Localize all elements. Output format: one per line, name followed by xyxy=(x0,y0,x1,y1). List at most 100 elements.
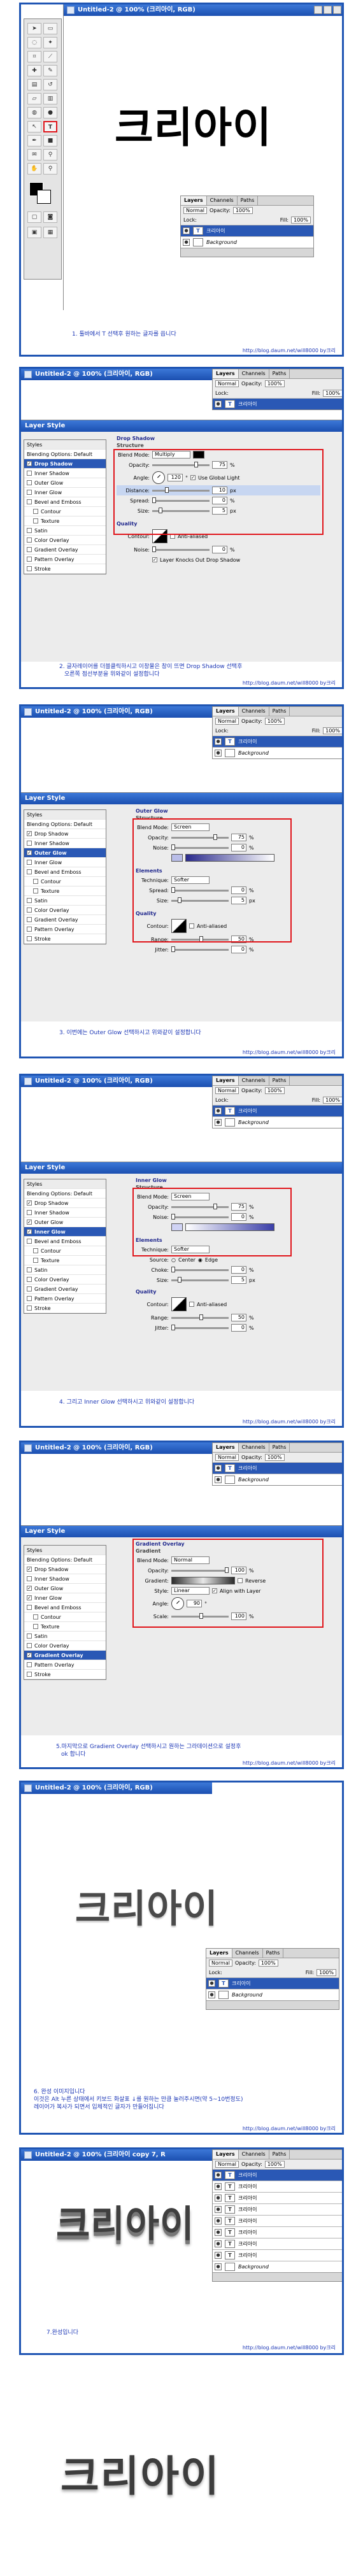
style-color-overlay[interactable]: Color Overlay xyxy=(24,906,106,915)
checkbox-icon[interactable] xyxy=(27,528,32,533)
style-pattern-overlay[interactable]: Pattern Overlay xyxy=(24,1294,106,1304)
channels-tab[interactable]: Channels xyxy=(239,2150,269,2159)
minimize-button[interactable] xyxy=(314,6,322,14)
gradient-tool-icon[interactable]: ▥ xyxy=(43,93,57,104)
eye-icon[interactable]: ● xyxy=(215,2217,222,2224)
heal-tool-icon[interactable]: ✚ xyxy=(27,65,41,76)
checkbox-icon[interactable]: ✓ xyxy=(27,1220,32,1225)
notes-tool-icon[interactable]: ✉ xyxy=(27,149,41,160)
marquee-tool-icon[interactable]: ▭ xyxy=(43,23,57,34)
checkbox-icon[interactable] xyxy=(27,1643,32,1648)
style-pattern-overlay[interactable]: Pattern Overlay xyxy=(24,555,106,564)
eye-icon[interactable]: ● xyxy=(215,1107,222,1114)
eye-icon[interactable]: ● xyxy=(215,1119,222,1126)
style-inner-shadow[interactable]: Inner Shadow xyxy=(24,1208,106,1218)
style-outer-glow[interactable]: ✓ Outer Glow xyxy=(24,848,106,858)
checkbox-icon[interactable] xyxy=(27,898,32,903)
blend-mode-select[interactable]: Normal xyxy=(215,718,239,725)
opacity-input[interactable]: 100% xyxy=(264,2161,285,2168)
paths-tab[interactable]: Paths xyxy=(263,1949,284,1958)
dodge-tool-icon[interactable]: ● xyxy=(43,107,57,118)
background-color-swatch[interactable] xyxy=(37,190,51,204)
opacity-input[interactable]: 100% xyxy=(264,380,285,387)
checkbox-icon[interactable] xyxy=(27,1296,32,1301)
checkbox-icon[interactable] xyxy=(27,927,32,932)
styles-header[interactable]: Styles xyxy=(24,810,106,820)
blend-mode-select[interactable]: Normal xyxy=(215,380,239,387)
style-texture[interactable]: Texture xyxy=(24,886,106,896)
channels-tab[interactable]: Channels xyxy=(239,369,269,378)
magic-wand-icon[interactable]: ✦ xyxy=(43,37,57,48)
background-layer-row[interactable]: ● Background xyxy=(213,1116,342,1128)
text-layer-row[interactable]: ● T 크리아이 xyxy=(213,2238,342,2249)
style-inner-shadow[interactable]: Inner Shadow xyxy=(24,469,106,478)
blend-mode-select[interactable]: Normal xyxy=(183,207,207,214)
style-gradient-overlay[interactable]: Gradient Overlay xyxy=(24,545,106,555)
style-drop-shadow[interactable]: ✓ Drop Shadow xyxy=(24,1565,106,1574)
style-color-overlay[interactable]: Color Overlay xyxy=(24,1641,106,1651)
style-satin[interactable]: Satin xyxy=(24,896,106,906)
checkbox-icon[interactable] xyxy=(27,1633,32,1639)
size-slider[interactable] xyxy=(171,1276,229,1283)
checkbox-icon[interactable] xyxy=(33,1614,38,1619)
range-value[interactable]: 50 xyxy=(231,1314,246,1321)
paths-tab[interactable]: Paths xyxy=(269,1076,290,1085)
crop-tool-icon[interactable]: ⌗ xyxy=(27,51,41,62)
dialog-title[interactable]: Layer Style xyxy=(21,1526,342,1537)
eye-icon[interactable]: ● xyxy=(215,2240,222,2247)
checkbox-icon[interactable] xyxy=(27,557,32,562)
text-layer-row[interactable]: ● T 크리아이 xyxy=(213,2169,342,2181)
anti-aliased-checkbox[interactable] xyxy=(189,1302,194,1307)
style-stroke[interactable]: Stroke xyxy=(24,1670,106,1679)
text-layer-row[interactable]: ● T 크리아이 xyxy=(213,2226,342,2238)
background-layer-row[interactable]: ● Background xyxy=(181,236,313,248)
contour-preview[interactable] xyxy=(171,1297,187,1311)
style-drop-shadow[interactable]: ✓ Drop Shadow xyxy=(24,1199,106,1208)
opacity-input[interactable]: 100% xyxy=(232,207,253,214)
checkbox-icon[interactable] xyxy=(33,879,38,884)
knockout-checkbox[interactable]: ✓ xyxy=(152,557,157,562)
background-layer-row[interactable]: ● Background xyxy=(213,747,342,758)
checkbox-icon[interactable]: ✓ xyxy=(27,461,32,466)
document-title-bar[interactable]: Untitled-2 @ 100% (크리아이, RGB) xyxy=(21,369,212,380)
blending-options[interactable]: Blending Options: Default xyxy=(24,820,106,829)
eye-icon[interactable]: ● xyxy=(183,227,190,234)
text-layer-row[interactable]: ● T 크리아이 xyxy=(213,2215,342,2226)
checkbox-icon[interactable] xyxy=(27,907,32,913)
style-pattern-overlay[interactable]: Pattern Overlay xyxy=(24,1660,106,1670)
jitter-value[interactable]: 0 xyxy=(231,946,246,953)
fill-input[interactable]: 100% xyxy=(323,727,342,734)
document-title-bar[interactable]: Untitled-2 @ 100% (크리아이 copy 7, R xyxy=(21,2149,212,2161)
style-outer-glow[interactable]: ✓ Outer Glow xyxy=(24,1584,106,1593)
channels-tab[interactable]: Channels xyxy=(239,1443,269,1452)
style-texture[interactable]: Texture xyxy=(24,1622,106,1632)
checkbox-icon[interactable] xyxy=(27,936,32,941)
checkbox-icon[interactable] xyxy=(27,841,32,846)
eye-icon[interactable]: ● xyxy=(215,2172,222,2179)
eye-icon[interactable]: ● xyxy=(215,1476,222,1483)
style-bevel[interactable]: Bevel and Emboss xyxy=(24,867,106,877)
layers-tab[interactable]: Layers xyxy=(181,196,207,205)
text-layer-row[interactable]: ● T 크리아이 xyxy=(213,1105,342,1116)
type-tool-icon[interactable]: T xyxy=(43,121,57,132)
quickmask-mode-icon[interactable]: ◙ xyxy=(43,211,57,223)
style-texture[interactable]: Texture xyxy=(24,516,106,526)
eyedropper-icon[interactable]: ⚲ xyxy=(43,149,57,160)
checkbox-icon[interactable] xyxy=(27,1672,32,1677)
edge-radio[interactable]: ◉ xyxy=(198,1257,203,1263)
fill-input[interactable]: 100% xyxy=(323,390,342,397)
checkbox-icon[interactable] xyxy=(27,860,32,865)
opacity-input[interactable]: 100% xyxy=(264,718,285,725)
style-pattern-overlay[interactable]: Pattern Overlay xyxy=(24,925,106,934)
blend-mode-select[interactable]: Normal xyxy=(215,2161,239,2168)
checkbox-icon[interactable] xyxy=(27,471,32,476)
paths-tab[interactable]: Paths xyxy=(269,1443,290,1452)
document-title-bar[interactable]: Untitled-2 @ 100% (크리아이, RGB) xyxy=(64,4,342,16)
checkbox-icon[interactable] xyxy=(33,1258,38,1263)
hand-tool-icon[interactable]: ✋ xyxy=(27,163,41,174)
shape-tool-icon[interactable]: ■ xyxy=(43,135,57,146)
checkbox-icon[interactable] xyxy=(33,1248,38,1253)
eraser-tool-icon[interactable]: ▱ xyxy=(27,93,41,104)
style-outer-glow[interactable]: Outer Glow xyxy=(24,478,106,488)
paths-tab[interactable]: Paths xyxy=(269,2150,290,2159)
